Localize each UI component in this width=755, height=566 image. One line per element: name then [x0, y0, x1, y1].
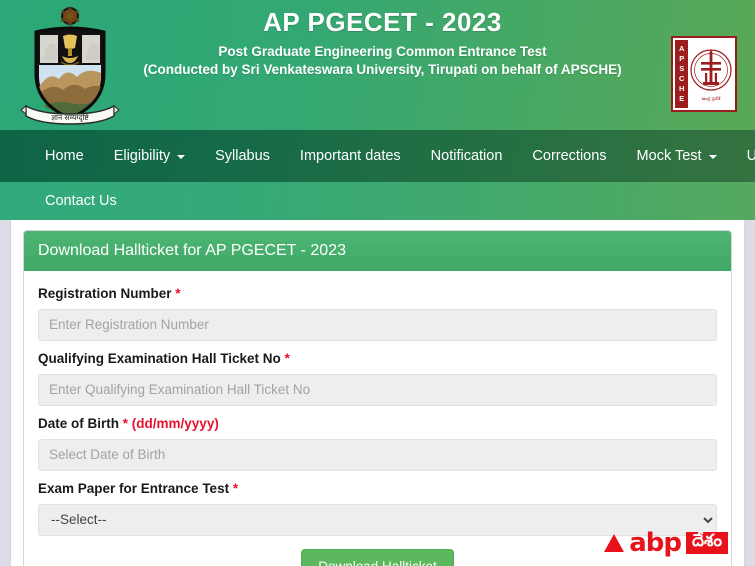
date-of-birth-label: Date of Birth * (dd/mm/yyyy) [38, 415, 717, 434]
required-asterisk: * [175, 286, 181, 301]
primary-navigation: Home Eligibility Syllabus Important date… [0, 130, 755, 182]
nav-label: User Guide [746, 148, 755, 164]
nav-label: Important dates [299, 148, 401, 164]
date-of-birth-input[interactable] [38, 438, 717, 471]
required-asterisk: * [232, 480, 239, 496]
nav-label: Notification [430, 148, 503, 164]
site-header-banner: ज्ञान सम्यग्दृष्टि AP PGECET - 2023 Post… [0, 0, 755, 130]
nav-item-user-guide[interactable]: User Guide [732, 130, 755, 182]
nav-item-important-dates[interactable]: Important dates [285, 130, 416, 182]
abp-desam-box: దేశం [686, 532, 728, 554]
svg-text:ఆంధ్ర ప్రదేశ్: ఆంధ్ర ప్రదేశ్ [701, 96, 720, 102]
nav-label: Home [45, 148, 84, 164]
registration-number-input[interactable] [38, 308, 717, 341]
nav-item-notification[interactable]: Notification [416, 130, 518, 182]
nav-item-syllabus[interactable]: Syllabus [200, 130, 285, 182]
nav-label: Syllabus [215, 148, 270, 164]
page-root: ज्ञान सम्यग्दृष्टि AP PGECET - 2023 Post… [0, 0, 755, 566]
nav-item-contact-us[interactable]: Contact Us [30, 182, 132, 220]
nav-item-home[interactable]: Home [30, 130, 99, 182]
nav-item-eligibility[interactable]: Eligibility [99, 130, 200, 182]
abp-desam-watermark: abp దేశం [604, 530, 728, 556]
banner-subtitle-1: Post Graduate Engineering Common Entranc… [218, 43, 547, 59]
nav-item-mock-test[interactable]: Mock Test [622, 130, 732, 182]
label-text: Registration Number [38, 286, 172, 301]
label-text: Exam Paper for Entrance Test [38, 480, 230, 496]
chevron-down-icon [177, 155, 186, 159]
page-title: AP PGECET - 2023 [263, 7, 502, 37]
abp-brand-text: abp [629, 528, 682, 558]
chevron-down-icon [708, 155, 717, 159]
label-text: Date of Birth [38, 415, 119, 431]
banner-subtitle-2: (Conducted by Sri Venkateswara Universit… [143, 61, 622, 77]
abp-triangle-icon [604, 534, 625, 552]
apsche-logo-label: APSCHE [675, 40, 688, 108]
hallticket-number-input[interactable] [38, 373, 717, 406]
date-format-hint: (dd/mm/yyyy) [131, 415, 219, 431]
secondary-navigation: Contact Us [0, 182, 755, 220]
label-text: Qualifying Examination Hall Ticket No [38, 350, 281, 366]
registration-number-label: Registration Number * [38, 285, 717, 304]
nav-label: Contact Us [45, 193, 117, 209]
university-crest-icon: ज्ञान सम्यग्दृष्टि [18, 2, 122, 128]
hallticket-number-label: Qualifying Examination Hall Ticket No * [38, 350, 717, 369]
panel-heading: Download Hallticket for AP PGECET - 2023 [24, 231, 731, 271]
nav-label: Eligibility [113, 148, 171, 164]
apsche-emblem-icon: ఆంధ్ర ప్రదేశ్ [688, 40, 733, 108]
hallticket-panel: Download Hallticket for AP PGECET - 2023… [23, 230, 732, 566]
required-asterisk: * [284, 350, 290, 366]
banner-text-block: AP PGECET - 2023 Post Graduate Engineeri… [130, 6, 635, 79]
exam-paper-label: Exam Paper for Entrance Test * [38, 480, 717, 499]
nav-item-corrections[interactable]: Corrections [517, 130, 621, 182]
nav-label: Mock Test [636, 148, 702, 164]
svg-text:ज्ञान सम्यग्दृष्टि: ज्ञान सम्यग्दृष्टि [51, 113, 89, 123]
hallticket-form: Registration Number * Qualifying Examina… [24, 271, 731, 566]
required-asterisk: * [122, 415, 129, 431]
apsche-logo-icon: APSCHE ఆంధ్ర ప్రదేశ్ [671, 36, 737, 112]
content-container: Download Hallticket for AP PGECET - 2023… [10, 220, 745, 566]
download-hallticket-button[interactable]: Download Hallticket [301, 548, 454, 566]
nav-label: Corrections [532, 148, 607, 164]
